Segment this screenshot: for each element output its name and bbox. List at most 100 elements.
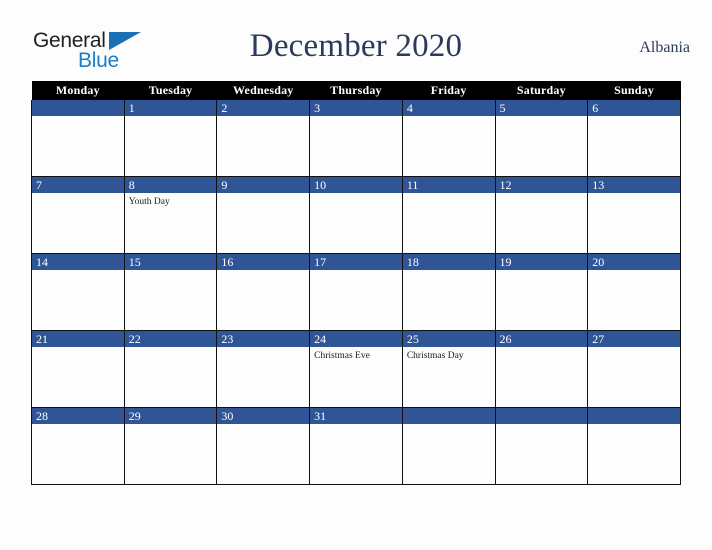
day-number: 31 — [310, 408, 402, 424]
day-number — [495, 408, 588, 424]
weekday-header-thursday: Thursday — [309, 81, 403, 100]
calendar-day-cell[interactable]: 20 — [587, 253, 681, 331]
calendar-day-cell[interactable]: 13 — [587, 176, 681, 254]
calendar-week-row: 123456 — [31, 100, 681, 177]
day-number: 2 — [217, 100, 310, 116]
day-cell-inner: 10 — [310, 177, 402, 253]
calendar-day-cell[interactable]: 17 — [309, 253, 403, 331]
calendar-day-cell[interactable]: 8 Youth Day — [123, 176, 218, 254]
calendar-day-cell[interactable] — [31, 100, 125, 177]
day-number: 23 — [217, 331, 310, 347]
weekday-header-tuesday: Tuesday — [124, 81, 217, 100]
day-cell-inner: 24 Christmas Eve — [310, 331, 402, 407]
holiday-label: Christmas Day — [406, 351, 464, 361]
calendar-week-row: 21 22 23 24 Christmas Eve 25 Christmas Day 26 27 — [31, 330, 681, 408]
day-cell-inner — [32, 100, 124, 176]
calendar-day-cell[interactable]: 4 — [401, 100, 496, 177]
day-number: 18 — [402, 254, 495, 270]
calendar-day-cell[interactable]: 12 — [494, 176, 589, 254]
day-number: 9 — [217, 177, 310, 193]
calendar-day-cell[interactable]: 26 — [494, 330, 589, 408]
calendar-week-row: 14 15 16 17 18 19 20 — [31, 253, 681, 331]
day-cell-inner: 9 — [217, 177, 310, 253]
day-number: 19 — [495, 254, 588, 270]
day-number — [402, 408, 495, 424]
day-number: 24 — [310, 331, 402, 347]
day-number: 30 — [217, 408, 310, 424]
calendar-page: General Blue December 2020 Albania Monda… — [0, 0, 712, 550]
holiday-label: Christmas Eve — [314, 351, 370, 361]
day-cell-inner: 6 — [588, 100, 680, 176]
calendar-table: Monday Tuesday Wednesday Thursday Friday… — [31, 81, 681, 485]
day-cell-inner: 3 — [310, 100, 402, 176]
calendar-day-cell[interactable]: 21 — [31, 330, 125, 408]
calendar-day-cell[interactable]: 1 — [123, 100, 218, 177]
weekday-header-row: Monday Tuesday Wednesday Thursday Friday… — [31, 81, 681, 100]
day-cell-inner: 28 — [32, 408, 124, 484]
holiday-label: Youth Day — [128, 197, 170, 207]
day-cell-inner: 5 — [495, 100, 588, 176]
calendar-day-cell[interactable]: 6 — [587, 100, 681, 177]
day-number: 22 — [124, 331, 217, 347]
day-number: 3 — [310, 100, 402, 116]
day-number: 1 — [124, 100, 217, 116]
calendar-day-cell[interactable]: 19 — [494, 253, 589, 331]
day-number: 21 — [32, 331, 124, 347]
day-number — [32, 100, 124, 116]
calendar-day-cell[interactable]: 16 — [216, 253, 311, 331]
calendar-day-cell[interactable] — [587, 407, 681, 485]
calendar-day-cell[interactable]: 2 — [216, 100, 311, 177]
calendar-day-cell[interactable] — [494, 407, 589, 485]
weekday-header-monday: Monday — [31, 81, 125, 100]
calendar-day-cell[interactable]: 11 — [401, 176, 496, 254]
calendar-day-cell[interactable]: 14 — [31, 253, 125, 331]
day-cell-inner — [495, 408, 588, 484]
day-cell-inner: 22 — [124, 331, 217, 407]
calendar-week-row: 28 29 30 31 — [31, 407, 681, 485]
calendar-day-cell[interactable] — [401, 407, 496, 485]
calendar-week-row: 7 8 Youth Day 9 10 11 12 13 — [31, 176, 681, 254]
calendar-day-cell[interactable]: 28 — [31, 407, 125, 485]
calendar-day-cell[interactable]: 15 — [123, 253, 218, 331]
day-cell-inner: 29 — [124, 408, 217, 484]
day-cell-inner: 15 — [124, 254, 217, 330]
calendar-day-cell[interactable]: 25 Christmas Day — [401, 330, 496, 408]
day-number: 28 — [32, 408, 124, 424]
page-header: General Blue December 2020 Albania — [0, 22, 712, 74]
day-cell-inner: 16 — [217, 254, 310, 330]
day-number — [588, 408, 680, 424]
calendar-day-cell[interactable]: 7 — [31, 176, 125, 254]
day-number: 15 — [124, 254, 217, 270]
day-cell-inner: 12 — [495, 177, 588, 253]
calendar-day-cell[interactable]: 23 — [216, 330, 311, 408]
day-cell-inner: 20 — [588, 254, 680, 330]
calendar-day-cell[interactable]: 22 — [123, 330, 218, 408]
page-title: December 2020 — [249, 28, 463, 64]
day-cell-inner: 27 — [588, 331, 680, 407]
day-number: 20 — [588, 254, 680, 270]
calendar-day-cell[interactable]: 24 Christmas Eve — [309, 330, 403, 408]
day-cell-inner: 19 — [495, 254, 588, 330]
day-number: 5 — [495, 100, 588, 116]
weekday-header-wednesday: Wednesday — [216, 81, 310, 100]
day-cell-inner: 14 — [32, 254, 124, 330]
calendar-day-cell[interactable]: 9 — [216, 176, 311, 254]
calendar-day-cell[interactable]: 27 — [587, 330, 681, 408]
calendar-day-cell[interactable]: 10 — [309, 176, 403, 254]
calendar-day-cell[interactable]: 18 — [401, 253, 496, 331]
calendar-day-cell[interactable]: 29 — [123, 407, 218, 485]
day-number: 11 — [402, 177, 495, 193]
calendar-day-cell[interactable]: 30 — [216, 407, 311, 485]
day-number: 29 — [124, 408, 217, 424]
day-number: 12 — [495, 177, 588, 193]
day-cell-inner: 18 — [402, 254, 495, 330]
day-cell-inner: 7 — [32, 177, 124, 253]
calendar-day-cell[interactable]: 5 — [494, 100, 589, 177]
calendar-day-cell[interactable]: 31 — [309, 407, 403, 485]
day-number: 10 — [310, 177, 402, 193]
day-cell-inner: 8 Youth Day — [124, 177, 217, 253]
country-label: Albania — [639, 39, 690, 56]
weekday-header-sunday: Sunday — [587, 81, 681, 100]
day-number: 16 — [217, 254, 310, 270]
calendar-day-cell[interactable]: 3 — [309, 100, 403, 177]
